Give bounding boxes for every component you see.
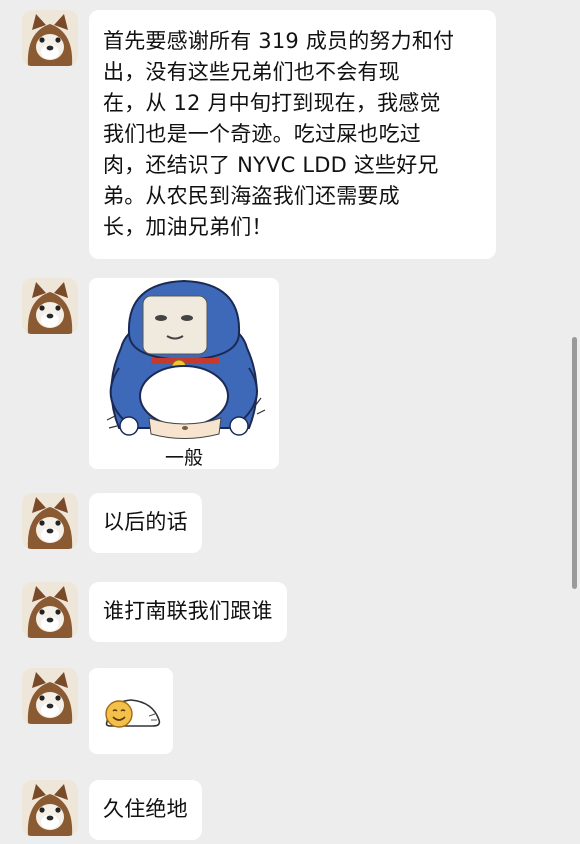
message-bubble[interactable]: 首先要感谢所有 319 成员的努力和付 出，没有这些兄弟们也不会有现 在，从 1… — [89, 10, 496, 259]
message-line: 弟。从农民到海盗我们还需要成 — [103, 184, 400, 208]
message-bubble[interactable]: 以后的话 — [89, 493, 202, 553]
avatar[interactable] — [22, 780, 78, 836]
message-line: 长，加油兄弟们！ — [103, 215, 273, 239]
chat-message-list: 首先要感谢所有 319 成员的努力和付 出，没有这些兄弟们也不会有现 在，从 1… — [0, 0, 580, 844]
message-text: 久住绝地 — [103, 797, 188, 821]
avatar[interactable] — [22, 582, 78, 638]
avatar[interactable] — [22, 10, 78, 66]
message-bubble[interactable]: 久住绝地 — [89, 780, 202, 840]
message-text: 以后的话 — [103, 510, 188, 534]
message-line: 出，没有这些兄弟们也不会有现 — [103, 60, 400, 84]
avatar[interactable] — [22, 493, 78, 549]
sticker-caption: 一般 — [164, 447, 203, 469]
avatar[interactable] — [22, 278, 78, 334]
avatar[interactable] — [22, 668, 78, 724]
message-text: 谁打南联我们跟谁 — [103, 599, 273, 623]
emoji-message[interactable] — [89, 668, 173, 754]
doraemon-sticker-image — [106, 279, 266, 439]
message-line: 肉，还结识了 NYVC LDD 这些好兄 — [103, 153, 439, 177]
scrollbar-thumb[interactable] — [572, 337, 577, 589]
message-bubble[interactable]: 谁打南联我们跟谁 — [89, 582, 287, 642]
message-line: 首先要感谢所有 319 成员的努力和付 — [103, 29, 455, 53]
message-line: 在，从 12 月中旬打到现在，我感觉 — [103, 91, 441, 115]
smiling-blob-emoji-icon — [105, 699, 161, 728]
message-line: 我们也是一个奇迹。吃过屎也吃过 — [103, 122, 421, 146]
sticker-message[interactable]: 一般 — [89, 278, 279, 469]
